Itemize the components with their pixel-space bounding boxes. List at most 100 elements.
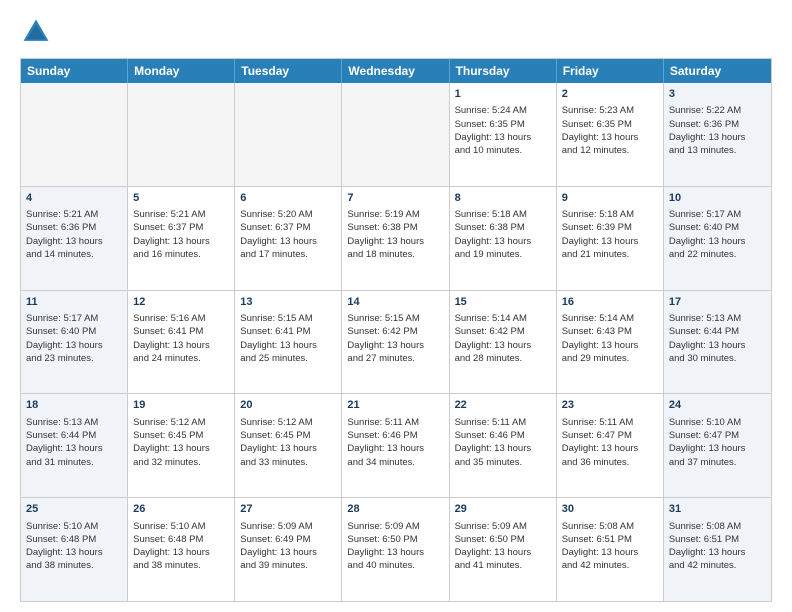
day-cell-20: 20Sunrise: 5:12 AMSunset: 6:45 PMDayligh… [235, 394, 342, 497]
day-info-line: Sunset: 6:40 PM [669, 221, 766, 234]
day-info-line: and 16 minutes. [133, 248, 229, 261]
day-info-line: Sunset: 6:50 PM [347, 533, 443, 546]
day-info-line: and 41 minutes. [455, 559, 551, 572]
empty-cell-0-0 [21, 83, 128, 186]
header [20, 16, 772, 48]
day-info-line: Sunrise: 5:14 AM [562, 312, 658, 325]
day-cell-27: 27Sunrise: 5:09 AMSunset: 6:49 PMDayligh… [235, 498, 342, 601]
day-info-line: and 31 minutes. [26, 456, 122, 469]
day-info-line: Sunset: 6:48 PM [133, 533, 229, 546]
day-info-line: and 42 minutes. [669, 559, 766, 572]
day-info-line: Sunrise: 5:17 AM [26, 312, 122, 325]
day-number: 20 [240, 398, 336, 413]
empty-cell-0-2 [235, 83, 342, 186]
day-number: 17 [669, 295, 766, 310]
day-cell-6: 6Sunrise: 5:20 AMSunset: 6:37 PMDaylight… [235, 187, 342, 290]
day-info-line: Sunrise: 5:14 AM [455, 312, 551, 325]
day-number: 3 [669, 87, 766, 102]
page: SundayMondayTuesdayWednesdayThursdayFrid… [0, 0, 792, 612]
day-info-line: and 34 minutes. [347, 456, 443, 469]
day-number: 12 [133, 295, 229, 310]
day-info-line: Sunset: 6:42 PM [455, 325, 551, 338]
day-info-line: Sunset: 6:47 PM [562, 429, 658, 442]
day-info-line: and 14 minutes. [26, 248, 122, 261]
day-cell-17: 17Sunrise: 5:13 AMSunset: 6:44 PMDayligh… [664, 291, 771, 394]
day-info-line: Sunset: 6:46 PM [455, 429, 551, 442]
day-info-line: Daylight: 13 hours [133, 546, 229, 559]
weekday-header-tuesday: Tuesday [235, 59, 342, 83]
day-number: 30 [562, 502, 658, 517]
day-info-line: Daylight: 13 hours [455, 131, 551, 144]
day-info-line: Sunrise: 5:10 AM [669, 416, 766, 429]
day-cell-28: 28Sunrise: 5:09 AMSunset: 6:50 PMDayligh… [342, 498, 449, 601]
day-number: 24 [669, 398, 766, 413]
day-cell-23: 23Sunrise: 5:11 AMSunset: 6:47 PMDayligh… [557, 394, 664, 497]
day-cell-7: 7Sunrise: 5:19 AMSunset: 6:38 PMDaylight… [342, 187, 449, 290]
day-info-line: Sunrise: 5:09 AM [347, 520, 443, 533]
day-number: 31 [669, 502, 766, 517]
day-number: 8 [455, 191, 551, 206]
day-cell-2: 2Sunrise: 5:23 AMSunset: 6:35 PMDaylight… [557, 83, 664, 186]
day-info-line: Sunrise: 5:10 AM [26, 520, 122, 533]
day-info-line: Daylight: 13 hours [347, 546, 443, 559]
day-cell-15: 15Sunrise: 5:14 AMSunset: 6:42 PMDayligh… [450, 291, 557, 394]
day-info-line: Sunrise: 5:15 AM [240, 312, 336, 325]
day-info-line: Daylight: 13 hours [562, 339, 658, 352]
day-info-line: Daylight: 13 hours [26, 546, 122, 559]
day-info-line: and 21 minutes. [562, 248, 658, 261]
day-info-line: Sunset: 6:35 PM [455, 118, 551, 131]
calendar-row-3: 18Sunrise: 5:13 AMSunset: 6:44 PMDayligh… [21, 393, 771, 497]
day-cell-12: 12Sunrise: 5:16 AMSunset: 6:41 PMDayligh… [128, 291, 235, 394]
day-info-line: Daylight: 13 hours [26, 339, 122, 352]
day-info-line: and 42 minutes. [562, 559, 658, 572]
day-info-line: and 12 minutes. [562, 144, 658, 157]
day-cell-25: 25Sunrise: 5:10 AMSunset: 6:48 PMDayligh… [21, 498, 128, 601]
day-cell-24: 24Sunrise: 5:10 AMSunset: 6:47 PMDayligh… [664, 394, 771, 497]
day-cell-16: 16Sunrise: 5:14 AMSunset: 6:43 PMDayligh… [557, 291, 664, 394]
day-info-line: Sunset: 6:47 PM [669, 429, 766, 442]
day-info-line: and 24 minutes. [133, 352, 229, 365]
day-number: 29 [455, 502, 551, 517]
day-cell-9: 9Sunrise: 5:18 AMSunset: 6:39 PMDaylight… [557, 187, 664, 290]
day-info-line: Daylight: 13 hours [669, 235, 766, 248]
day-info-line: Sunset: 6:38 PM [347, 221, 443, 234]
day-info-line: Sunrise: 5:12 AM [240, 416, 336, 429]
day-info-line: Sunset: 6:48 PM [26, 533, 122, 546]
day-number: 6 [240, 191, 336, 206]
day-cell-22: 22Sunrise: 5:11 AMSunset: 6:46 PMDayligh… [450, 394, 557, 497]
day-info-line: Sunset: 6:37 PM [133, 221, 229, 234]
day-info-line: Sunrise: 5:21 AM [26, 208, 122, 221]
day-info-line: and 38 minutes. [133, 559, 229, 572]
day-cell-4: 4Sunrise: 5:21 AMSunset: 6:36 PMDaylight… [21, 187, 128, 290]
day-number: 23 [562, 398, 658, 413]
day-cell-8: 8Sunrise: 5:18 AMSunset: 6:38 PMDaylight… [450, 187, 557, 290]
day-info-line: Daylight: 13 hours [455, 546, 551, 559]
day-info-line: and 13 minutes. [669, 144, 766, 157]
day-info-line: and 28 minutes. [455, 352, 551, 365]
day-info-line: Sunset: 6:42 PM [347, 325, 443, 338]
day-info-line: Sunrise: 5:09 AM [240, 520, 336, 533]
weekday-header-sunday: Sunday [21, 59, 128, 83]
day-info-line: Sunset: 6:50 PM [455, 533, 551, 546]
calendar-row-2: 11Sunrise: 5:17 AMSunset: 6:40 PMDayligh… [21, 290, 771, 394]
logo [20, 16, 58, 48]
day-number: 27 [240, 502, 336, 517]
day-number: 4 [26, 191, 122, 206]
day-number: 19 [133, 398, 229, 413]
day-info-line: Daylight: 13 hours [240, 235, 336, 248]
day-info-line: Daylight: 13 hours [26, 442, 122, 455]
calendar-body: 1Sunrise: 5:24 AMSunset: 6:35 PMDaylight… [21, 83, 771, 601]
day-info-line: Daylight: 13 hours [26, 235, 122, 248]
day-number: 11 [26, 295, 122, 310]
day-info-line: and 39 minutes. [240, 559, 336, 572]
day-info-line: Sunset: 6:45 PM [133, 429, 229, 442]
day-info-line: Sunset: 6:45 PM [240, 429, 336, 442]
day-cell-31: 31Sunrise: 5:08 AMSunset: 6:51 PMDayligh… [664, 498, 771, 601]
day-number: 5 [133, 191, 229, 206]
day-info-line: and 33 minutes. [240, 456, 336, 469]
day-info-line: Sunset: 6:51 PM [562, 533, 658, 546]
day-cell-1: 1Sunrise: 5:24 AMSunset: 6:35 PMDaylight… [450, 83, 557, 186]
day-info-line: Sunrise: 5:22 AM [669, 104, 766, 117]
day-info-line: Sunset: 6:43 PM [562, 325, 658, 338]
day-info-line: Daylight: 13 hours [562, 131, 658, 144]
